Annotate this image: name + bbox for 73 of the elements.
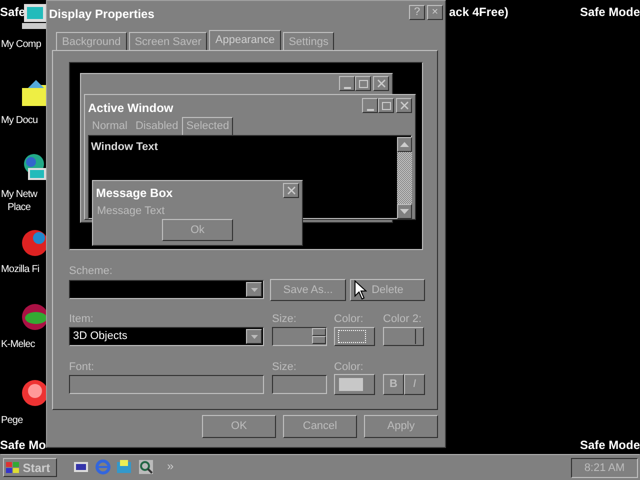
size-dropdown[interactable] <box>272 375 327 394</box>
windows-icon[interactable] <box>116 459 132 475</box>
color-picker[interactable] <box>334 327 375 346</box>
windows-logo-icon <box>6 462 20 474</box>
field-label: Color 2: <box>383 312 422 327</box>
desktop-icon-label[interactable]: My Comp <box>1 38 41 51</box>
ok-button[interactable]: OK <box>202 415 276 438</box>
scroll-up-button[interactable] <box>397 137 412 152</box>
down-arrow-icon <box>400 209 409 214</box>
apply-button[interactable]: Apply <box>364 415 438 438</box>
desktop-label: Safe Mode <box>580 437 640 454</box>
close-button[interactable]: × <box>427 5 443 20</box>
caret-icon <box>250 334 258 338</box>
minimize-icon <box>366 108 374 110</box>
item-dropdown[interactable]: 3D Objects <box>69 327 264 346</box>
menu-item[interactable]: Normal <box>88 117 132 136</box>
more-button[interactable]: » <box>167 457 174 475</box>
field-label: Color: <box>334 312 364 327</box>
desktop-icon-label[interactable]: Pege <box>1 414 23 427</box>
close-button[interactable] <box>396 98 412 113</box>
maximize-button[interactable] <box>355 76 371 91</box>
help-button[interactable]: ? <box>409 5 425 20</box>
close-button[interactable] <box>373 76 389 91</box>
window-title: Message Box <box>96 185 173 202</box>
minimize-icon <box>344 86 350 88</box>
caret-icon <box>250 288 258 292</box>
menu-item[interactable]: Disabled <box>131 117 182 136</box>
desktop-icon-label[interactable]: My Netw Place <box>1 188 38 214</box>
minimize-button[interactable] <box>362 98 378 113</box>
up-arrow-icon <box>400 142 409 147</box>
desktop-icon-label[interactable]: K-Melec <box>1 338 35 351</box>
desktop-icon[interactable] <box>73 459 89 475</box>
scheme-dropdown[interactable] <box>69 280 264 299</box>
search-icon[interactable] <box>138 459 154 475</box>
field-label: Scheme: <box>69 264 112 279</box>
size-spinner[interactable] <box>272 327 327 346</box>
window-text: Window Text <box>91 140 158 155</box>
minimize-button[interactable] <box>339 76 355 91</box>
maximize-icon <box>382 102 390 110</box>
close-button[interactable] <box>283 183 299 198</box>
window-title: Display Properties <box>49 6 154 23</box>
delete-button[interactable]: Delete <box>350 279 425 301</box>
desktop-label: Safe <box>0 4 26 21</box>
desktop-label: ack 4Free) <box>449 4 508 21</box>
font-dropdown[interactable] <box>69 375 264 394</box>
italic-button[interactable]: I <box>404 374 425 395</box>
clock: 8:21 AM <box>571 458 638 478</box>
field-label: Size: <box>272 312 296 327</box>
field-label: Color: <box>334 360 364 375</box>
close-icon <box>284 184 298 197</box>
desktop-label: Safe Mo <box>0 437 46 454</box>
maximize-icon <box>358 80 368 88</box>
close-icon <box>400 101 408 110</box>
ok-button[interactable]: Ok <box>162 219 233 241</box>
scrollbar[interactable] <box>397 137 412 219</box>
close-icon <box>376 79 386 88</box>
field-label: Size: <box>272 360 296 375</box>
field-label: Item: <box>69 312 94 327</box>
field-label: Font: <box>69 360 94 375</box>
desktop-icon-label[interactable]: My Docu <box>1 114 38 127</box>
color-picker[interactable] <box>334 374 375 395</box>
maximize-button[interactable] <box>378 98 394 113</box>
cancel-button[interactable]: Cancel <box>283 415 357 438</box>
color-picker[interactable] <box>383 327 424 346</box>
save-as-button[interactable]: Save As... <box>270 279 346 301</box>
window-title: Active Window <box>88 100 174 117</box>
desktop-icon-label[interactable]: Mozilla Fi <box>1 263 40 276</box>
scroll-down-button[interactable] <box>397 204 412 219</box>
desktop-label: Safe Mode <box>580 4 640 21</box>
cursor-icon <box>354 280 367 300</box>
message-text: Message Text <box>97 204 165 219</box>
start-button[interactable]: Start <box>3 458 57 477</box>
bold-button[interactable]: B <box>383 374 404 395</box>
